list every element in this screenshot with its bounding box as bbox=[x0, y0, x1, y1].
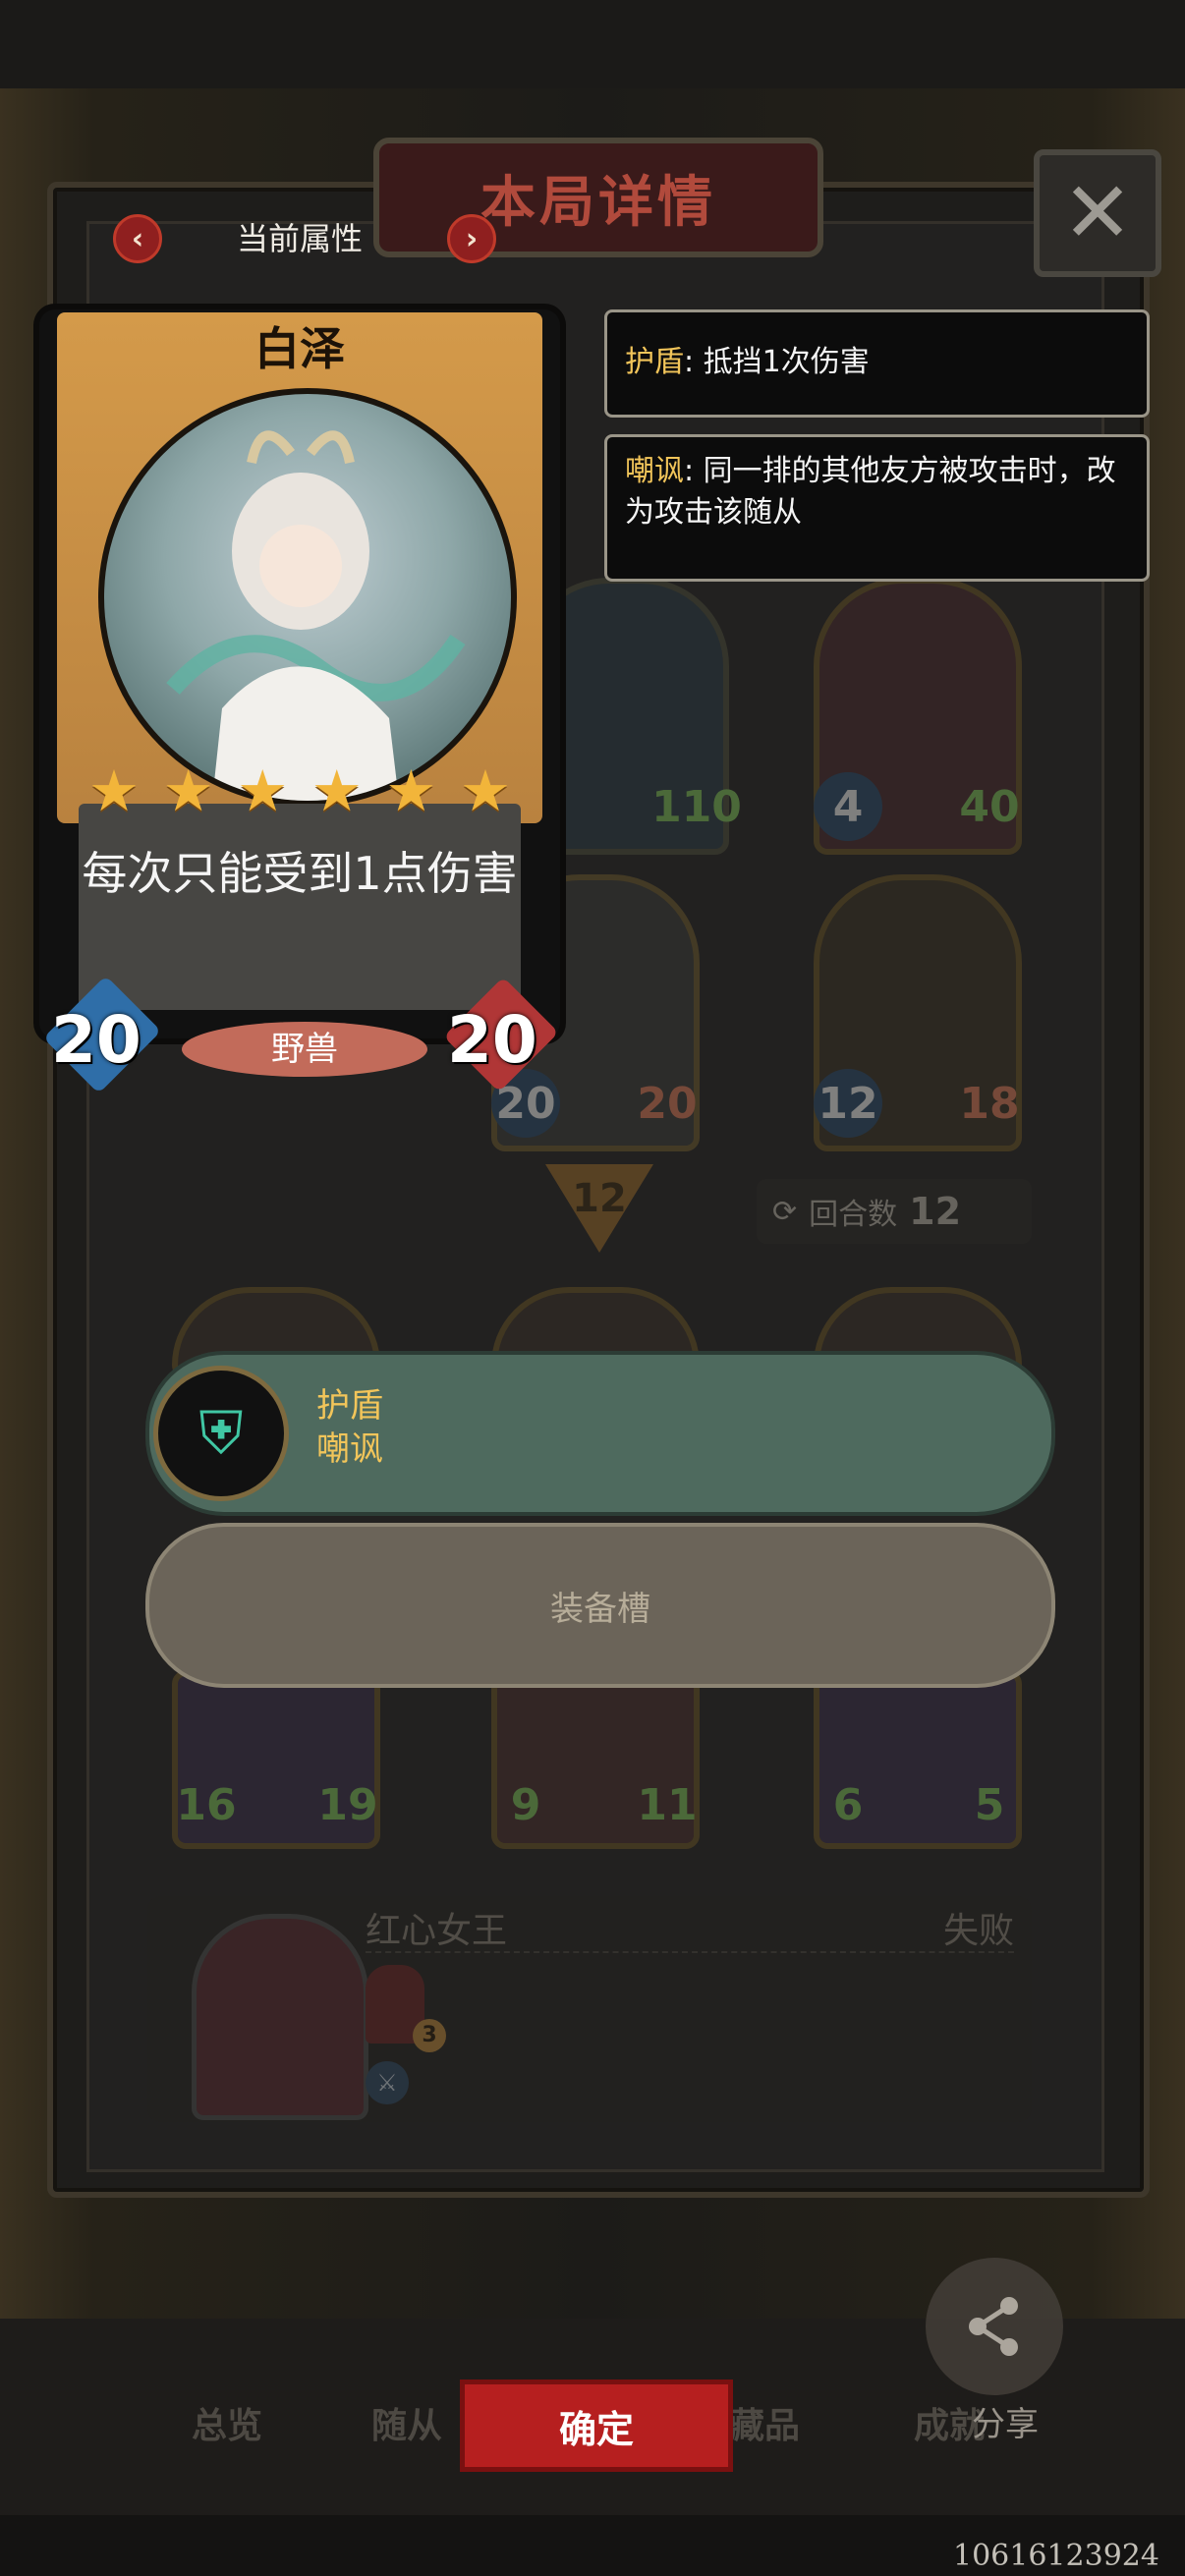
attribute-nav-label: 当前属性 bbox=[236, 220, 363, 257]
opponent-avatar bbox=[192, 1914, 368, 2120]
star-icon: ★ bbox=[237, 757, 289, 824]
minion-attack: 12 bbox=[814, 1069, 882, 1138]
keyword-tooltip: 护盾: 抵挡1次伤害 bbox=[604, 309, 1150, 418]
hero-portrait bbox=[98, 388, 517, 807]
minion-slot[interactable]: 6 5 bbox=[814, 1670, 1022, 1849]
opponent-name: 红心女王 bbox=[366, 1911, 508, 1951]
hero-attack: 20 bbox=[51, 1002, 141, 1078]
session-id: 10616123924 bbox=[953, 2539, 1159, 2573]
close-icon: ✕ bbox=[1061, 164, 1134, 262]
minion-health: 19 bbox=[317, 1779, 378, 1830]
chevron-right-icon: › bbox=[465, 221, 479, 256]
keyword-text: : 抵挡1次伤害 bbox=[684, 345, 870, 379]
star-icon: ★ bbox=[459, 757, 511, 824]
match-result: 失败 bbox=[942, 1911, 1014, 1951]
close-button[interactable]: ✕ bbox=[1034, 149, 1161, 277]
keyword-text: : 同一排的其他友方被攻击时，改为攻击该随从 bbox=[625, 454, 1116, 530]
refresh-icon: ⟳ bbox=[772, 1194, 798, 1229]
minion-slot[interactable]: 4 40 bbox=[814, 578, 1022, 855]
keyword-name: 护盾 bbox=[625, 345, 684, 379]
hero-health: 20 bbox=[447, 1002, 537, 1078]
keyword-tooltip: 嘲讽: 同一排的其他友方被攻击时，改为攻击该随从 bbox=[604, 434, 1150, 582]
minion-health: 5 bbox=[974, 1779, 1005, 1830]
minion-attack: 6 bbox=[832, 1779, 864, 1830]
chevron-left-icon: ‹ bbox=[131, 221, 144, 256]
minion-health: 18 bbox=[959, 1078, 1020, 1129]
skill-name: 护盾 bbox=[316, 1386, 383, 1426]
star-icon: ★ bbox=[162, 757, 214, 824]
keyword-name: 嘲讽 bbox=[625, 454, 684, 488]
prev-attribute-button[interactable]: ‹ bbox=[113, 214, 162, 263]
tab-minions[interactable]: 随从 bbox=[371, 2397, 442, 2448]
share-icon bbox=[969, 2297, 1018, 2356]
confirm-button[interactable]: 确定 bbox=[460, 2380, 733, 2472]
shield-taunt-icon: ⛨ bbox=[153, 1366, 289, 1501]
minion-health: 20 bbox=[637, 1078, 698, 1129]
panel-title: 本局详情 bbox=[373, 138, 823, 257]
hero-tribe: 野兽 bbox=[182, 1022, 427, 1077]
next-attribute-button[interactable]: › bbox=[447, 214, 496, 263]
round-value: 12 bbox=[909, 1190, 962, 1233]
minion-health: 110 bbox=[651, 781, 742, 832]
minion-slot[interactable]: 12 18 bbox=[814, 874, 1022, 1151]
round-label: 回合数 bbox=[809, 1198, 898, 1232]
minion-attack: 16 bbox=[176, 1779, 237, 1830]
share-label: 分享 bbox=[972, 2405, 1039, 2444]
star-icon: ★ bbox=[385, 757, 437, 824]
star-icon: ★ bbox=[88, 757, 140, 824]
sword-icon: ⚔ bbox=[366, 2061, 409, 2104]
minion-attack: 4 bbox=[814, 772, 882, 841]
minion-attack: 9 bbox=[510, 1779, 541, 1830]
star-rating: ★ ★ ★ ★ ★ ★ bbox=[88, 761, 511, 820]
top-backdrop bbox=[0, 0, 1185, 88]
minion-health: 40 bbox=[959, 781, 1020, 832]
opponent-row[interactable]: 红心女王 失败 3 ⚔ bbox=[147, 1896, 1032, 2122]
share-button[interactable] bbox=[926, 2258, 1063, 2395]
tab-overview[interactable]: 总览 bbox=[192, 2397, 262, 2448]
tab-collection[interactable]: 藏品 bbox=[729, 2397, 800, 2448]
minion-slot[interactable]: 16 19 bbox=[172, 1670, 380, 1849]
hero-description: 每次只能受到1点伤害 bbox=[79, 804, 521, 1010]
equipment-slot-button[interactable]: 装备槽 bbox=[145, 1523, 1055, 1688]
skill-name: 嘲讽 bbox=[316, 1429, 383, 1469]
hero-illustration bbox=[166, 430, 466, 801]
opponent-badge: 3 bbox=[413, 2019, 446, 2052]
star-icon: ★ bbox=[310, 757, 363, 824]
minion-slot[interactable]: 9 11 bbox=[491, 1670, 700, 1849]
minion-health: 11 bbox=[637, 1779, 698, 1830]
round-counter: ⟳ 回合数 12 bbox=[757, 1179, 1032, 1244]
hero-name: 白泽 bbox=[254, 322, 345, 375]
equipment-slot-label: 装备槽 bbox=[550, 1589, 650, 1629]
